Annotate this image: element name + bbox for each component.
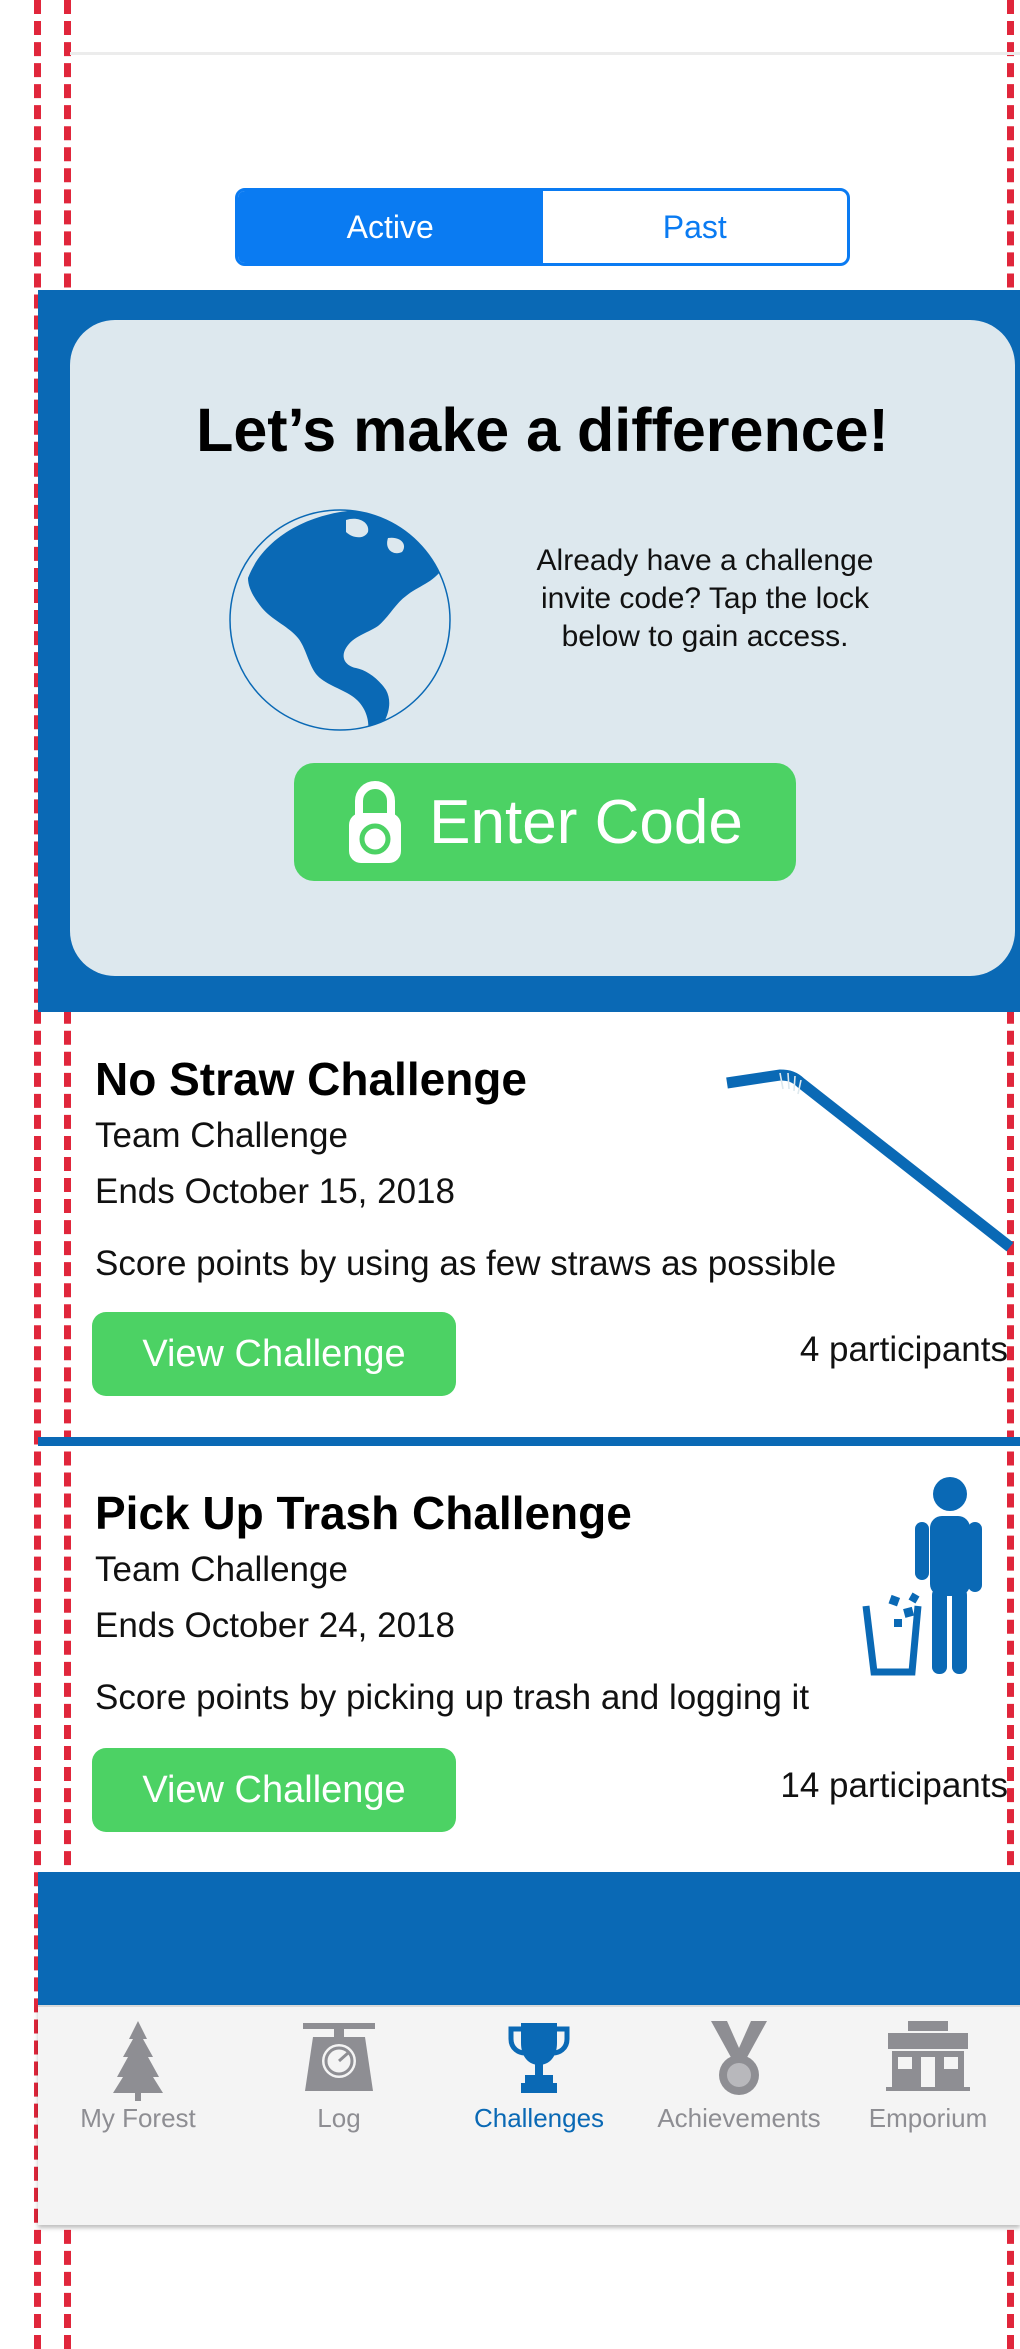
- enter-code-label: Enter Code: [429, 787, 743, 857]
- view-challenge-button[interactable]: View Challenge: [92, 1748, 456, 1832]
- tab-label: My Forest: [80, 2103, 196, 2133]
- segment-active[interactable]: Active: [238, 191, 543, 263]
- challenge-card: No Straw Challenge Team Challenge Ends O…: [70, 1012, 1020, 1437]
- tab-label: Challenges: [473, 2103, 605, 2133]
- tab-log[interactable]: Log: [239, 2007, 439, 2137]
- hero-card: Let’s make a difference! Already have a …: [70, 320, 1015, 976]
- globe-icon: [229, 509, 451, 731]
- challenge-description: Score points by picking up trash and log…: [95, 1678, 810, 1717]
- segment-past[interactable]: Past: [543, 191, 848, 263]
- hero-title: Let’s make a difference!: [196, 396, 889, 464]
- segmented-control: Active Past: [235, 188, 850, 266]
- tab-label: Log: [317, 2103, 361, 2133]
- participant-count: 4 participants: [799, 1330, 1008, 1369]
- challenge-title: No Straw Challenge: [95, 1053, 527, 1105]
- tab-my-forest[interactable]: My Forest: [38, 2007, 238, 2137]
- challenge-type: Team Challenge: [95, 1116, 348, 1155]
- challenge-end-date: Ends October 24, 2018: [95, 1606, 455, 1645]
- tab-achievements[interactable]: Achievements: [639, 2007, 839, 2137]
- tab-bar: My Forest Log Challenges Achievements Em…: [38, 2005, 1020, 2225]
- tree-icon: [113, 2021, 163, 2101]
- straw-icon: [726, 1069, 1014, 1252]
- challenge-card: Pick Up Trash Challenge Team Challenge E…: [70, 1446, 1020, 1872]
- trophy-icon: [508, 2023, 570, 2093]
- trash-person-icon: [862, 1477, 982, 1676]
- invite-code-note: Already have a challenge invite code? Ta…: [536, 544, 874, 653]
- tab-challenges[interactable]: Challenges: [439, 2007, 639, 2137]
- lock-icon: [349, 781, 402, 863]
- scale-icon: [303, 2023, 375, 2091]
- challenge-end-date: Ends October 15, 2018: [95, 1172, 455, 1211]
- tab-label: Achievements: [657, 2103, 821, 2133]
- enter-code-button[interactable]: Enter Code: [294, 763, 796, 881]
- store-icon: [886, 2021, 970, 2091]
- challenge-title: Pick Up Trash Challenge: [95, 1487, 632, 1539]
- view-challenge-button[interactable]: View Challenge: [92, 1312, 456, 1396]
- tab-emporium[interactable]: Emporium: [828, 2007, 1020, 2137]
- participant-count: 14 participants: [780, 1766, 1008, 1805]
- footer-band: [38, 1872, 1020, 2005]
- medal-icon: [711, 2021, 767, 2095]
- header-divider: [70, 52, 1020, 55]
- challenge-type: Team Challenge: [95, 1550, 348, 1589]
- card-divider: [38, 1437, 1020, 1446]
- tab-label: Emporium: [868, 2103, 988, 2133]
